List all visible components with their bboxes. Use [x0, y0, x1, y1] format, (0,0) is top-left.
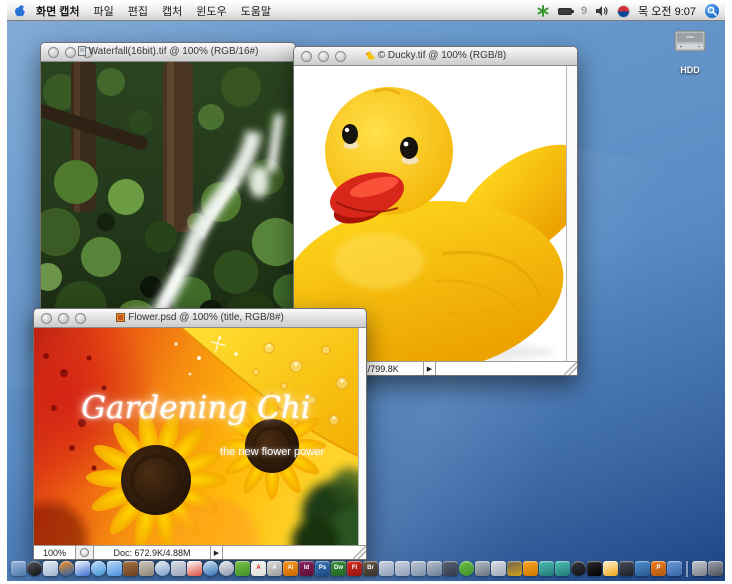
dock-icon-finder[interactable] — [11, 561, 26, 576]
menu-list: 화면 캡처 파일 편집 캡처 윈도우 도움말 — [36, 3, 271, 19]
spotlight-icon[interactable] — [705, 4, 719, 18]
dock-icon-camera-gray[interactable] — [475, 561, 490, 576]
ducky-vertical-scrollbar[interactable] — [566, 66, 577, 361]
flower-vertical-scrollbar[interactable] — [358, 328, 366, 545]
dock-icon-itunes[interactable] — [155, 561, 170, 576]
dock-icon-eight-ball[interactable] — [27, 561, 42, 576]
minimize-button[interactable] — [318, 51, 329, 62]
dock-icon-dreamweaver[interactable]: Dw — [331, 561, 346, 576]
volume-menu-icon[interactable] — [596, 5, 609, 17]
status-popup-arrow-icon[interactable]: ▶ — [211, 546, 223, 559]
zoom-button[interactable] — [82, 47, 93, 58]
dock: AAAiIdPsDwFlBrP — [11, 561, 723, 580]
dock-icon-chart-app[interactable] — [75, 561, 90, 576]
dock-icon-statue-4[interactable] — [427, 561, 442, 576]
dock-icon-teal-mountain-2[interactable] — [555, 561, 570, 576]
dock-icon-podium[interactable] — [692, 561, 707, 576]
close-button[interactable] — [301, 51, 312, 62]
dock-icon-safari[interactable] — [91, 561, 106, 576]
dock-icon-flash[interactable]: Fl — [347, 561, 362, 576]
classic-environment-menu-icon[interactable]: 9 — [581, 5, 587, 17]
dock-separator — [686, 561, 688, 577]
minimize-button[interactable] — [65, 47, 76, 58]
dock-icon-ichat[interactable] — [107, 561, 122, 576]
dock-icon-photoshop[interactable]: Ps — [315, 561, 330, 576]
dock-icon-indesign[interactable]: Id — [299, 561, 314, 576]
hdd-drive-icon — [672, 30, 708, 58]
dock-icon-orange-app[interactable] — [523, 561, 538, 576]
dock-icon-adobe-reader[interactable]: A — [251, 561, 266, 576]
zoom-button[interactable] — [75, 313, 86, 324]
resize-grip-icon[interactable] — [353, 546, 366, 559]
dock-icon-dictionary[interactable] — [123, 561, 138, 576]
menu-window[interactable]: 윈도우 — [196, 3, 226, 19]
dock-icon-sun-app[interactable] — [603, 561, 618, 576]
desktop: 화면 캡처 파일 편집 캡처 윈도우 도움말 9 목 오전 9:07 — [7, 2, 725, 581]
flower-canvas[interactable]: Gardening Chi the new flower power — [34, 328, 358, 545]
dock-icon-quicktime[interactable] — [219, 561, 234, 576]
close-button[interactable] — [41, 313, 52, 324]
status-popup-arrow-icon[interactable]: ▶ — [424, 362, 436, 375]
dock-icon-aperture[interactable] — [571, 561, 586, 576]
menu-bar: 화면 캡처 파일 편집 캡처 윈도우 도움말 9 목 오전 9:07 — [7, 2, 725, 21]
dock-icon-statue-2[interactable] — [395, 561, 410, 576]
menu-extras: 9 목 오전 9:07 — [537, 3, 719, 19]
dock-icon-photo-app[interactable] — [491, 561, 506, 576]
menu-capture[interactable]: 캡처 — [162, 3, 182, 19]
waterfall-titlebar[interactable]: Waterfall(16bit).tif @ 100% (RGB/16#) — [41, 43, 295, 62]
close-button[interactable] — [48, 47, 59, 58]
zoom-level-field[interactable]: 100% — [34, 546, 76, 559]
menu-clock[interactable]: 목 오전 9:07 — [638, 3, 696, 19]
menu-edit[interactable]: 편집 — [128, 3, 148, 19]
dock-icon-preview[interactable] — [43, 561, 58, 576]
dock-icon-statue-3[interactable] — [411, 561, 426, 576]
green-star-menu-icon[interactable] — [537, 5, 549, 17]
minimize-button[interactable] — [58, 313, 69, 324]
menu-file[interactable]: 파일 — [94, 3, 114, 19]
dock-icon-statue-1[interactable] — [379, 561, 394, 576]
dock-icon-mail[interactable] — [171, 561, 186, 576]
status-pen-icon — [80, 548, 89, 557]
dock-icon-feather-app[interactable] — [635, 561, 650, 576]
dock-icon-green-sphere[interactable] — [459, 561, 474, 576]
dock-icon-notebook[interactable] — [139, 561, 154, 576]
apple-menu-icon[interactable] — [13, 4, 26, 19]
dock-icon-crown-app[interactable] — [507, 561, 522, 576]
ducky-horizontal-scrollbar[interactable] — [436, 362, 564, 375]
dock-icon-people-app[interactable] — [667, 561, 682, 576]
dock-icon-teal-mountain-1[interactable] — [539, 561, 554, 576]
window-waterfall: Waterfall(16bit).tif @ 100% (RGB/16#) — [40, 42, 296, 342]
menu-help[interactable]: 도움말 — [241, 3, 271, 19]
waterfall-canvas[interactable] — [41, 62, 295, 341]
ducky-titlebar[interactable]: © Ducky.tif @ 100% (RGB/8) — [294, 47, 577, 66]
dock-icon-acrobat[interactable]: A — [267, 561, 282, 576]
battery-menu-icon[interactable] — [558, 8, 572, 15]
hdd-desktop-icon[interactable]: HDD — [659, 30, 721, 75]
window-flower: Flower.psd @ 100% (title, RGB/8#) — [33, 308, 367, 560]
dock-icon-illustrator[interactable]: Ai — [283, 561, 298, 576]
dock-icon-camino[interactable] — [203, 561, 218, 576]
flower-horizontal-scrollbar[interactable] — [223, 546, 353, 559]
dock-icon-trash[interactable] — [708, 561, 723, 576]
dock-icon-orange-p-app[interactable]: P — [651, 561, 666, 576]
flower-doc-size: Doc: 672.9K/4.88M — [93, 546, 211, 559]
dock-icon-firefox[interactable] — [59, 561, 74, 576]
flower-statusbar: 100% Doc: 672.9K/4.88M ▶ — [34, 545, 366, 559]
dock-icon-ical[interactable] — [187, 561, 202, 576]
psd-document-icon — [116, 313, 125, 325]
zoom-button[interactable] — [335, 51, 346, 62]
resize-grip-icon[interactable] — [564, 362, 577, 375]
dock-icon-green-app[interactable] — [235, 561, 250, 576]
hdd-label: HDD — [659, 65, 721, 75]
dock-icon-bridge[interactable]: Br — [363, 561, 378, 576]
korean-input-flag-icon[interactable] — [618, 6, 629, 17]
dock-icon-dark-figure[interactable] — [443, 561, 458, 576]
flower-titlebar[interactable]: Flower.psd @ 100% (title, RGB/8#) — [34, 309, 366, 328]
dock-icon-pen-app[interactable] — [619, 561, 634, 576]
menu-app[interactable]: 화면 캡처 — [36, 3, 80, 19]
dock-icon-black-camera[interactable] — [587, 561, 602, 576]
duck-document-icon — [365, 51, 375, 63]
